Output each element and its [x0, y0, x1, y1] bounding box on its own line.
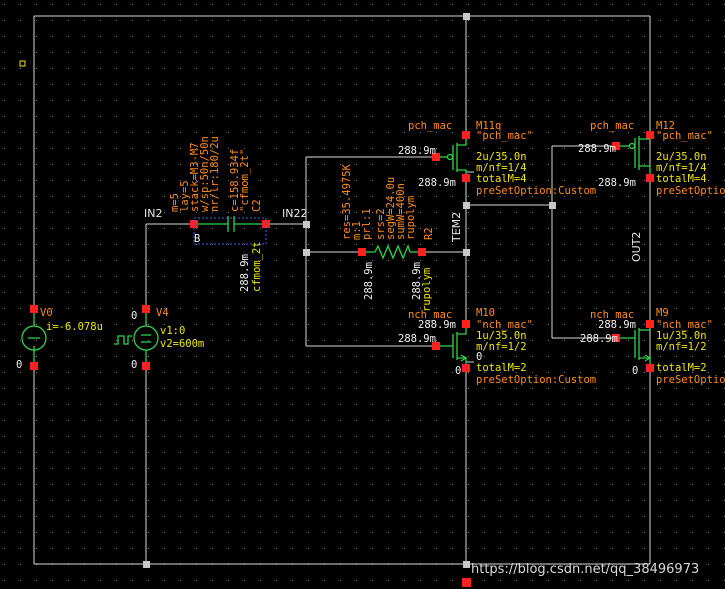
- net-label-out2: OUT2: [630, 232, 643, 262]
- m11q-total: totalM=4: [476, 173, 527, 185]
- m11q-cell: pch_mac: [408, 120, 452, 132]
- m10-total: totalM=2: [476, 362, 527, 374]
- pin-marker: [462, 320, 470, 328]
- pin-marker: [142, 305, 150, 313]
- junction-dot: [463, 561, 470, 568]
- m12-op-gate: 288.9m: [578, 143, 616, 155]
- c2-inst: C2: [251, 199, 263, 212]
- pin-marker: [462, 131, 470, 139]
- r2-param: rupolym: [405, 196, 417, 240]
- junction-dot: [463, 249, 470, 256]
- v4-op-bottom: 0: [131, 359, 137, 371]
- m10-mnf: m/nf=1/2: [476, 341, 527, 353]
- v4-op-top: 0: [131, 310, 137, 322]
- m9-mnf: m/nf=1/2: [656, 341, 707, 353]
- net-label-tem2: TEM2: [450, 212, 463, 243]
- r2-param: prl:1: [361, 208, 373, 240]
- pin-marker: [142, 362, 150, 370]
- c2-param: nr/lr:180/2u: [209, 136, 221, 212]
- schematic-canvas[interactable]: IN2 IN22 TEM2 OUT2 V0 i=-6.078u 0 0 V4 v…: [0, 0, 725, 589]
- watermark: https://blog.csdn.net/qq_38496973: [471, 562, 699, 577]
- pin-marker: [462, 578, 471, 587]
- pin-marker: [646, 364, 654, 372]
- m10-op-bulk: 0: [455, 365, 461, 377]
- m10-preset: preSetOption:Custom: [476, 374, 596, 386]
- m9-inst: M9: [656, 307, 669, 319]
- pin-marker: [30, 305, 38, 313]
- m10-op-top: 288.9m: [418, 319, 456, 331]
- m9-preset: preSetOption: [656, 374, 725, 386]
- junction-dot: [143, 561, 150, 568]
- r2-inst: R2: [423, 227, 435, 240]
- v4-v1: v1:0: [160, 325, 185, 337]
- net-label-in22: IN22: [282, 207, 307, 220]
- m9-total: totalM=2: [656, 362, 707, 374]
- v4-v2: v2=600m: [160, 338, 204, 350]
- v0-op-bottom: 0: [16, 359, 22, 371]
- m12-model: "pch_mac": [656, 130, 713, 142]
- pin-marker: [30, 362, 38, 370]
- m10-inst: M10: [476, 307, 495, 319]
- m9-op-gate: 288.9m: [580, 333, 618, 345]
- junction-dot: [303, 221, 310, 228]
- pin-marker: [418, 248, 426, 256]
- pin-marker: [358, 248, 366, 256]
- junction-dot: [549, 202, 556, 209]
- m12-preset: preSetOption: [656, 185, 725, 197]
- capacitor-pin-marker: B: [194, 233, 200, 245]
- m11q-model: "pch_mac": [476, 130, 533, 142]
- m11q-op-gate: 288.9m: [398, 145, 436, 157]
- c2-label: "cfmom_2t": [239, 149, 251, 212]
- c2-op: 288.9m: [239, 254, 251, 292]
- pin-marker: [646, 320, 654, 328]
- m12-op-bulk: 288.9m: [598, 177, 636, 189]
- r2-op-left: 288.9m: [363, 262, 375, 300]
- junction-dot: [463, 202, 470, 209]
- m11q-op-bulk: 288.9m: [418, 177, 456, 189]
- m11q-preset: preSetOption:Custom: [476, 185, 596, 197]
- pin-marker: [462, 364, 470, 372]
- c2-cell: cfmom_2t: [251, 241, 263, 292]
- net-label-in2: IN2: [144, 207, 162, 220]
- v0-inst: V0: [40, 307, 53, 319]
- r2-cell: rupolym: [421, 268, 433, 312]
- v4-inst: V4: [156, 307, 169, 319]
- m12-total: totalM=4: [656, 173, 707, 185]
- junction-dot: [463, 13, 470, 20]
- junction-dot: [303, 249, 310, 256]
- m12-cell: pch_mac: [590, 120, 634, 132]
- v0-value: i=-6.078u: [46, 321, 103, 333]
- pin-marker: [646, 174, 654, 182]
- pin-marker: [462, 174, 470, 182]
- m9-op-top: 288.9m: [598, 319, 636, 331]
- pin-marker: [646, 131, 654, 139]
- m9-op-bulk: 0: [632, 365, 638, 377]
- m10-op-gate: 288.9m: [398, 333, 436, 345]
